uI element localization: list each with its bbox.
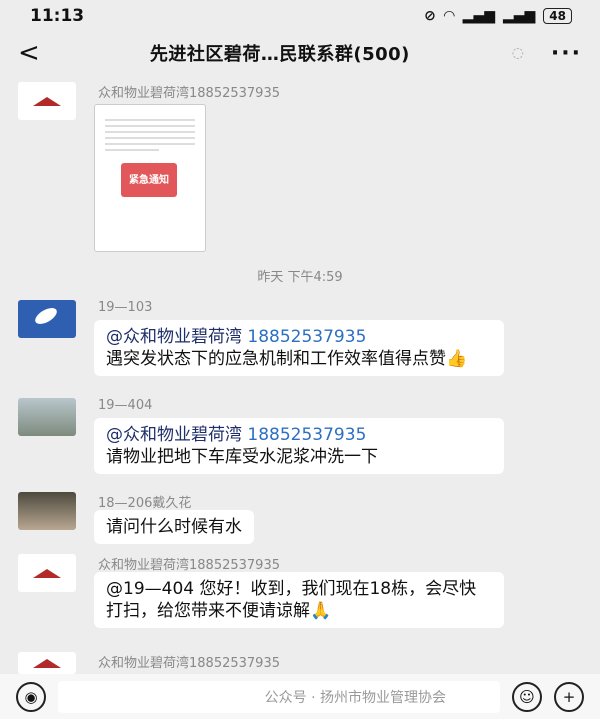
avatar[interactable] xyxy=(18,554,76,592)
timestamp: 昨天 下午4:59 xyxy=(257,270,343,285)
message: 众和物业碧荷湾18852537935 紧急通知 xyxy=(18,82,578,252)
input-bar: ◉ 公众号 · 扬州市物业管理协会 ☺ + xyxy=(0,674,600,719)
watermark: 公众号 · 扬州市物业管理协会 xyxy=(264,689,446,706)
nfc-icon: ⊘ xyxy=(424,8,436,24)
image-message[interactable]: 紧急通知 xyxy=(94,104,206,252)
mention[interactable]: @众和物业碧荷湾 xyxy=(106,327,242,347)
image-text-lines xyxy=(105,119,195,155)
message-bubble[interactable]: @众和物业碧荷湾 18852537935 遇突发状态下的应急机制和工作效率值得点… xyxy=(94,320,504,376)
message: 众和物业碧荷湾18852537935 @19—404 您好！收到，我们现在18栋… xyxy=(18,554,578,646)
sender-name: 18—206戴久花 xyxy=(98,496,192,511)
logo-icon xyxy=(33,96,61,106)
nav-bar: < 先进社区碧荷…民联系群(500) ◌ ··· xyxy=(0,32,600,74)
avatar[interactable] xyxy=(18,398,76,436)
status-bar: 11:13 ⊘ ◠ ▂▄▆ ▂▄▆ 48 xyxy=(0,0,600,32)
phone-link[interactable]: 18852537935 xyxy=(247,327,366,347)
koi-icon xyxy=(32,304,60,328)
message-input[interactable]: 公众号 · 扬州市物业管理协会 xyxy=(58,680,500,713)
message-text: 遇突发状态下的应急机制和工作效率值得点赞👍 xyxy=(106,349,468,369)
message-text: @19—404 您好！收到，我们现在18栋，会尽快打扫，给您带来不便请谅解🙏 xyxy=(106,579,477,621)
message-text: 请问什么时候有水 xyxy=(106,517,242,537)
message: 18—206戴久花 请问什么时候有水 xyxy=(18,492,578,556)
sender-name: 众和物业碧荷湾18852537935 xyxy=(98,86,280,101)
emoji-button[interactable]: ☺ xyxy=(512,681,542,712)
wifi-icon: ◠ xyxy=(443,8,455,24)
voice-button[interactable]: ◉ xyxy=(16,681,46,712)
plus-button[interactable]: + xyxy=(554,681,584,712)
alert-image: 紧急通知 xyxy=(121,163,177,197)
logo-icon xyxy=(33,568,61,578)
message-bubble[interactable]: 请问什么时候有水 xyxy=(94,510,254,544)
phone-link[interactable]: 18852537935 xyxy=(247,425,366,445)
avatar[interactable] xyxy=(18,652,76,674)
signal-icon: ▂▄▆ xyxy=(462,8,495,24)
message: 众和物业碧荷湾18852537935 xyxy=(18,652,578,674)
status-icons: ⊘ ◠ ▂▄▆ ▂▄▆ 48 xyxy=(424,8,572,24)
back-button[interactable]: < xyxy=(18,38,58,68)
battery-icon: 48 xyxy=(543,8,572,24)
avatar[interactable] xyxy=(18,82,76,120)
sender-name: 众和物业碧荷湾18852537935 xyxy=(98,558,280,573)
message: 19—404 @众和物业碧荷湾 18852537935 请物业把地下车库受水泥浆… xyxy=(18,398,578,488)
mute-icon: ◌ xyxy=(511,45,524,61)
mention[interactable]: @众和物业碧荷湾 xyxy=(106,425,242,445)
message-text: 请物业把地下车库受水泥浆冲洗一下 xyxy=(106,447,378,467)
logo-icon xyxy=(33,658,61,668)
sender-name: 19—103 xyxy=(98,300,153,315)
message-bubble[interactable]: @众和物业碧荷湾 18852537935 请物业把地下车库受水泥浆冲洗一下 xyxy=(94,418,504,474)
signal2-icon: ▂▄▆ xyxy=(502,8,536,24)
avatar[interactable] xyxy=(18,300,76,338)
status-time: 11:13 xyxy=(30,6,85,26)
sender-name: 众和物业碧荷湾18852537935 xyxy=(98,656,280,671)
chat-title: 先进社区碧荷…民联系群(500) xyxy=(149,44,410,65)
sender-name: 19—404 xyxy=(98,398,153,413)
chat-area[interactable]: 众和物业碧荷湾18852537935 紧急通知 昨天 下午4:59 19—103… xyxy=(0,74,600,674)
more-button[interactable]: ··· xyxy=(534,41,582,66)
message: 19—103 @众和物业碧荷湾 18852537935 遇突发状态下的应急机制和… xyxy=(18,300,578,392)
message-bubble[interactable]: @19—404 您好！收到，我们现在18栋，会尽快打扫，给您带来不便请谅解🙏 xyxy=(94,572,504,628)
avatar[interactable] xyxy=(18,492,76,530)
